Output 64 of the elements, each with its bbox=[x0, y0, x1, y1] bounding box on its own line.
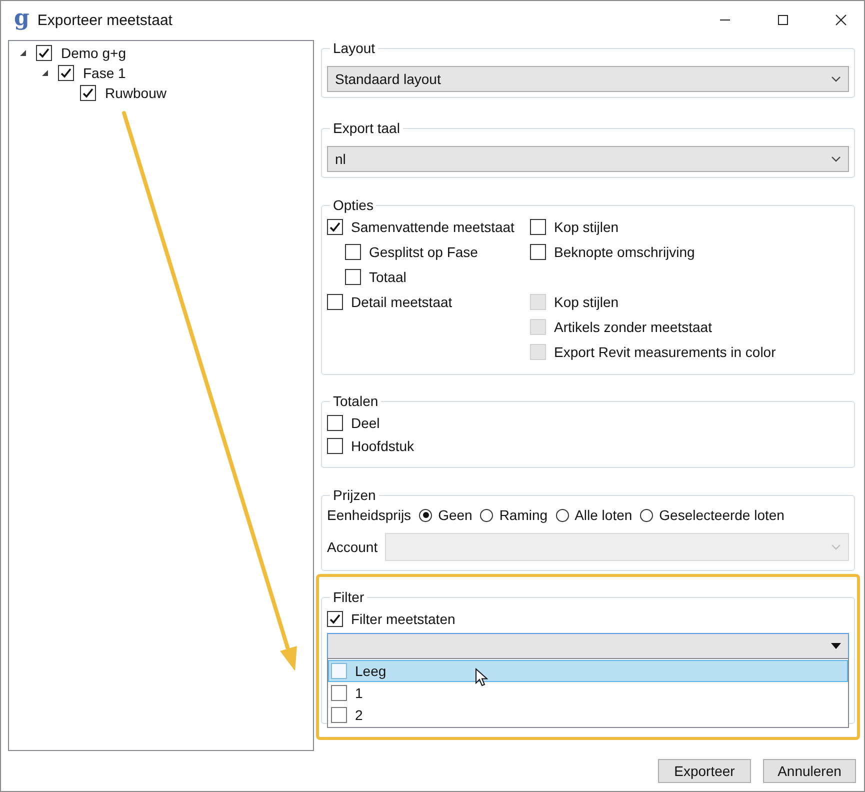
chevron-down-icon bbox=[831, 156, 841, 162]
tree-item[interactable]: Fase 1 bbox=[83, 65, 126, 81]
expanded-icon[interactable] bbox=[19, 49, 27, 57]
radio-button[interactable] bbox=[556, 508, 569, 522]
chevron-down-icon bbox=[831, 76, 841, 82]
checkbox-label: Deel bbox=[351, 414, 380, 430]
checkbox-label: Kop stijlen bbox=[554, 218, 619, 234]
dialog-button[interactable]: Annuleren bbox=[763, 759, 856, 783]
tree-item[interactable]: Ruwbouw bbox=[105, 85, 166, 101]
radio-label: Raming bbox=[499, 507, 548, 523]
checkbox-label: Gesplitst op Fase bbox=[369, 244, 478, 260]
checkbox[interactable] bbox=[327, 414, 343, 430]
checkbox-label: Artikels zonder meetstaat bbox=[554, 318, 712, 334]
maximize-icon bbox=[777, 14, 789, 26]
group-title: Totalen bbox=[332, 393, 380, 409]
checkbox-label: Beknopte omschrijving bbox=[554, 244, 695, 260]
checkbox[interactable] bbox=[327, 218, 343, 234]
checkbox[interactable] bbox=[331, 685, 347, 701]
checkbox[interactable] bbox=[331, 707, 347, 723]
tree-item[interactable]: Demo g+g bbox=[61, 45, 126, 61]
group-title: Layout bbox=[332, 40, 376, 56]
checkbox[interactable] bbox=[36, 45, 52, 61]
radio-label: Geen bbox=[438, 507, 472, 523]
checkbox[interactable] bbox=[345, 268, 361, 284]
checkbox[interactable] bbox=[80, 85, 96, 101]
checkbox-label: Hoofdstuk bbox=[351, 438, 414, 454]
checkbox[interactable] bbox=[327, 438, 343, 454]
expanded-icon[interactable] bbox=[41, 69, 49, 77]
filter-dropdown[interactable] bbox=[327, 633, 849, 659]
window-title: Exporteer meetstaat bbox=[37, 12, 172, 28]
field-label: Eenheidsprijs bbox=[327, 507, 412, 523]
checkbox-label: Filter meetstaten bbox=[351, 610, 456, 626]
checkbox-label: Kop stijlen bbox=[554, 294, 619, 310]
radio-label: Geselecteerde loten bbox=[659, 507, 784, 523]
dialog-button[interactable]: Exporteer bbox=[658, 759, 751, 783]
radio-button[interactable] bbox=[419, 508, 432, 522]
chevron-down-icon bbox=[831, 544, 841, 550]
group-title: Filter bbox=[332, 589, 366, 605]
group-title: Export taal bbox=[332, 120, 401, 136]
language-dropdown[interactable]: nl bbox=[327, 146, 849, 172]
radio-label: Alle loten bbox=[574, 507, 632, 523]
checkbox-label: Detail meetstaat bbox=[351, 294, 452, 310]
layout-dropdown[interactable]: Standaard layout bbox=[327, 66, 849, 92]
checkbox-label: Samenvattende meetstaat bbox=[351, 218, 514, 234]
checkbox[interactable] bbox=[58, 65, 74, 81]
checkbox-label: Export Revit measurements in color bbox=[554, 344, 776, 360]
cursor-icon bbox=[475, 668, 488, 687]
checkbox[interactable] bbox=[327, 610, 343, 626]
dropdown-option[interactable]: 1 bbox=[328, 682, 848, 704]
group-title: Prijzen bbox=[332, 487, 377, 503]
field-label: Account bbox=[327, 539, 378, 555]
chevron-down-icon bbox=[831, 643, 841, 649]
dropdown-option[interactable]: 2 bbox=[328, 704, 848, 726]
app-logo: g bbox=[14, 7, 30, 29]
checkbox[interactable] bbox=[530, 218, 546, 234]
checkbox[interactable] bbox=[530, 244, 546, 260]
checkbox[interactable] bbox=[327, 294, 343, 310]
checkbox[interactable] bbox=[345, 244, 361, 260]
group-title: Opties bbox=[332, 197, 374, 213]
checkbox[interactable] bbox=[331, 663, 347, 679]
close-icon bbox=[835, 14, 847, 26]
radio-button[interactable] bbox=[480, 508, 494, 522]
radio-button[interactable] bbox=[640, 508, 654, 522]
checkbox-label: Totaal bbox=[369, 268, 406, 284]
